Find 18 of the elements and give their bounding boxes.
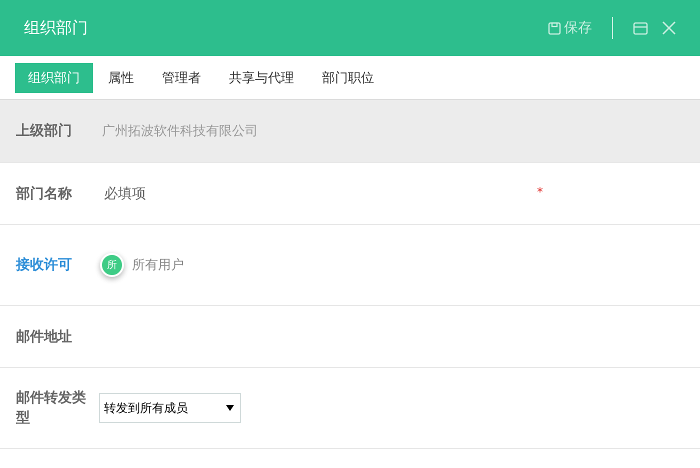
window-title: 组织部门 <box>24 18 88 38</box>
tab[interactable]: 属性 <box>95 62 147 92</box>
maximize-icon[interactable] <box>633 22 648 34</box>
user-avatar: 所 <box>100 253 124 277</box>
dropdown[interactable]: 转发到所有成员 <box>99 393 241 423</box>
close-icon[interactable] <box>662 21 676 35</box>
required-mark: * <box>537 185 543 199</box>
field-value: 广州拓波软件科技有限公司 <box>102 123 258 140</box>
save-icon <box>548 22 561 34</box>
caret-icon <box>226 405 234 411</box>
field-label: 邮件转发类型 <box>16 389 87 428</box>
field-label: 邮件地址 <box>16 328 73 346</box>
field-label: 部门名称 <box>16 184 73 204</box>
tab[interactable]: 部门职位 <box>309 62 387 92</box>
tab[interactable]: 共享与代理 <box>216 62 307 92</box>
field-label: 上级部门 <box>16 122 73 141</box>
user-name: 所有用户 <box>132 257 184 274</box>
tab[interactable]: 管理者 <box>149 62 214 92</box>
